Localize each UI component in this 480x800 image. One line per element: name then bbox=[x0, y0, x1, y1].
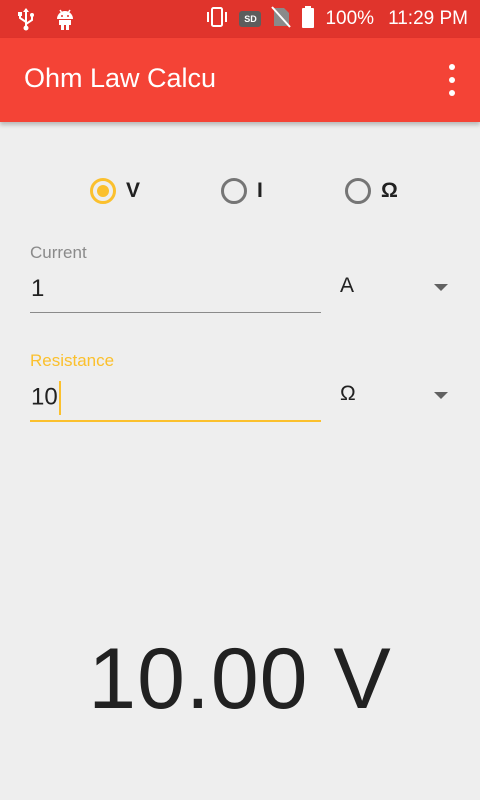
radio-current-label: I bbox=[257, 179, 263, 202]
current-input-underline bbox=[30, 312, 321, 313]
resistance-input-value: 10 bbox=[31, 383, 58, 411]
radio-unchecked-icon bbox=[345, 178, 371, 204]
resistance-input[interactable]: 10 bbox=[30, 381, 320, 421]
battery-percent: 100% bbox=[325, 8, 375, 29]
resistance-input-underline bbox=[30, 420, 321, 422]
status-bar: SD 100% 11:29 PM bbox=[0, 0, 480, 38]
resistance-unit-value: Ω bbox=[340, 382, 356, 405]
current-field-label: Current bbox=[30, 243, 87, 262]
sd-card-icon: SD bbox=[239, 11, 262, 27]
dropdown-arrow-icon bbox=[434, 284, 448, 291]
text-cursor bbox=[58, 381, 61, 415]
result-display: 10.00 V bbox=[88, 631, 392, 727]
resistance-unit-select[interactable]: Ω bbox=[338, 376, 458, 416]
radio-current[interactable]: I bbox=[221, 178, 263, 204]
app-bar: Ohm Law Calcu bbox=[0, 38, 480, 122]
radio-unchecked-icon bbox=[221, 178, 247, 204]
vibrate-icon bbox=[205, 6, 229, 33]
current-unit-select[interactable]: A bbox=[338, 268, 458, 308]
clock: 11:29 PM bbox=[388, 8, 468, 29]
current-input[interactable]: 1 bbox=[30, 275, 320, 315]
battery-icon bbox=[301, 5, 315, 34]
radio-voltage[interactable]: V bbox=[90, 178, 140, 204]
radio-voltage-label: V bbox=[126, 179, 141, 202]
no-sim-icon bbox=[271, 5, 292, 34]
calculation-mode-radio-group: V I Ω bbox=[0, 178, 480, 212]
app-title: Ohm Law Calcu bbox=[24, 63, 217, 93]
radio-checked-icon bbox=[90, 178, 116, 204]
dropdown-arrow-icon bbox=[434, 392, 448, 399]
current-unit-value: A bbox=[340, 274, 355, 297]
usb-icon bbox=[16, 7, 36, 36]
radio-resistance-label: Ω bbox=[381, 179, 398, 202]
current-input-value: 1 bbox=[31, 275, 45, 302]
android-icon bbox=[54, 7, 76, 36]
more-vert-icon[interactable] bbox=[446, 64, 458, 96]
resistance-field-label: Resistance bbox=[30, 351, 115, 370]
radio-resistance[interactable]: Ω bbox=[345, 178, 398, 204]
